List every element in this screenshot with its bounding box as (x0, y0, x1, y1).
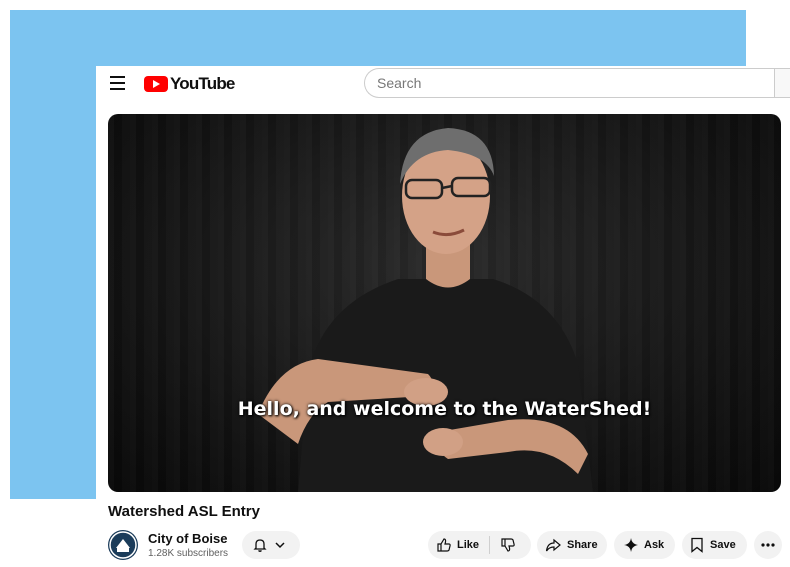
menu-icon[interactable] (110, 76, 126, 90)
youtube-logo[interactable]: YouTube (144, 74, 235, 94)
chevron-down-icon (275, 542, 285, 549)
more-actions-button[interactable] (754, 531, 782, 559)
share-label: Share (567, 539, 598, 551)
video-caption: Hello, and welcome to the WaterShed! (237, 398, 652, 420)
bell-icon (253, 539, 267, 552)
signer-figure (258, 128, 593, 492)
thumbs-down-icon (501, 538, 515, 552)
owner-row: City of Boise 1.28K subscribers Like Sha… (108, 528, 788, 562)
subscriber-count: 1.28K subscribers (148, 548, 229, 559)
youtube-window: YouTube Hell (96, 66, 790, 567)
share-icon (545, 538, 561, 552)
share-button[interactable]: Share (537, 531, 607, 559)
save-button[interactable]: Save (682, 531, 747, 559)
sparkle-icon (624, 538, 638, 552)
thumbs-up-icon (437, 538, 451, 552)
logo-text: YouTube (170, 74, 235, 93)
ask-button[interactable]: Ask (614, 531, 675, 559)
more-horizontal-icon (761, 543, 775, 547)
search-input[interactable] (364, 68, 774, 98)
bookmark-icon (691, 537, 703, 553)
video-player[interactable]: Hello, and welcome to the WaterShed! (108, 114, 781, 492)
like-label: Like (457, 539, 480, 551)
like-button[interactable]: Like (436, 536, 491, 554)
youtube-play-icon (144, 76, 168, 92)
save-label: Save (710, 539, 736, 551)
city-seal-icon (109, 531, 137, 559)
channel-name[interactable]: City of Boise (148, 531, 227, 546)
notification-button[interactable] (242, 531, 300, 559)
search-button[interactable] (774, 68, 790, 98)
ask-label: Ask (644, 539, 665, 551)
channel-avatar[interactable] (108, 530, 138, 560)
masthead: YouTube (96, 66, 790, 102)
dislike-button[interactable] (490, 537, 516, 553)
like-dislike-group: Like (428, 531, 531, 559)
video-title: Watershed ASL Entry (108, 503, 260, 520)
